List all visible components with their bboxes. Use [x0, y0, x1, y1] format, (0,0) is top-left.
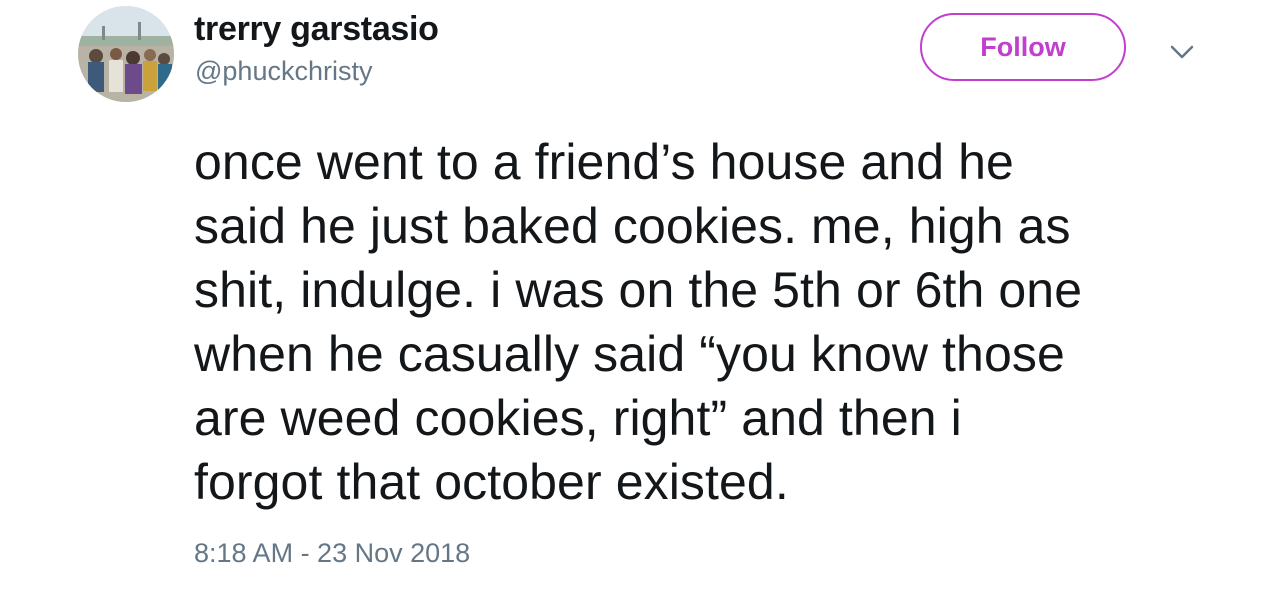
- chevron-down-icon[interactable]: [1168, 40, 1196, 64]
- tweet-timestamp[interactable]: 8:18 AM - 23 Nov 2018: [194, 538, 470, 569]
- tweet-text-line: when he casually said “you know those: [194, 326, 1065, 382]
- tweet-text-line: are weed cookies, right” and then i: [194, 390, 962, 446]
- author-display-name[interactable]: trerry garstasio: [194, 10, 439, 49]
- author-handle[interactable]: @phuckchristy: [195, 56, 372, 87]
- tweet-text-line: once went to a friend’s house and he: [194, 134, 1014, 190]
- follow-button[interactable]: Follow: [920, 13, 1126, 81]
- tweet-text-line: shit, indulge. i was on the 5th or 6th o…: [194, 262, 1083, 318]
- tweet-text: once went to a friend’s house and he sai…: [194, 130, 1234, 514]
- tweet-text-line: forgot that october existed.: [194, 454, 789, 510]
- avatar[interactable]: [78, 6, 174, 102]
- avatar-photo: [78, 6, 174, 102]
- tweet-text-line: said he just baked cookies. me, high as: [194, 198, 1071, 254]
- tweet-card: trerry garstasio @phuckchristy Follow on…: [0, 0, 1276, 598]
